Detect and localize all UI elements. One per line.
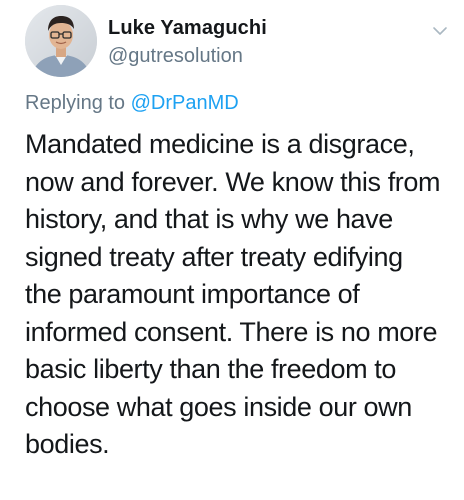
tweet-text-line: Mandated medicine is a disgrace, — [25, 129, 415, 159]
author-block[interactable]: Luke Yamaguchi @gutresolution — [108, 16, 267, 68]
author-handle[interactable]: @gutresolution — [108, 44, 267, 68]
profile-photo-icon — [25, 5, 97, 77]
reply-mention-link[interactable]: @DrPanMD — [131, 92, 239, 114]
tweet-card: Luke Yamaguchi @gutresolution Replying t… — [0, 0, 464, 500]
tweet-text-line: history, and that is why we have — [25, 204, 393, 234]
tweet-menu-button[interactable] — [430, 24, 450, 38]
tweet-text-line: basic liberty than the freedom to — [25, 354, 397, 384]
tweet-text-line: choose what goes inside our own — [25, 391, 412, 422]
replying-to-label: Replying to — [25, 92, 126, 114]
replying-to: Replying to @DrPanMD — [25, 91, 239, 115]
tweet-text-line: informed consent. There is no more — [25, 316, 438, 347]
tweet-text-line: signed treaty after treaty edifying — [25, 241, 403, 272]
tweet-text-line: now and forever. We know this from — [25, 166, 441, 197]
avatar[interactable] — [25, 5, 97, 77]
tweet-text-line: the paramount importance of — [25, 279, 360, 309]
chevron-down-icon — [433, 27, 447, 35]
tweet-text: Mandated medicine is a disgrace, now and… — [25, 126, 461, 464]
tweet-text-line: bodies. — [25, 429, 110, 459]
author-display-name[interactable]: Luke Yamaguchi — [108, 16, 267, 40]
